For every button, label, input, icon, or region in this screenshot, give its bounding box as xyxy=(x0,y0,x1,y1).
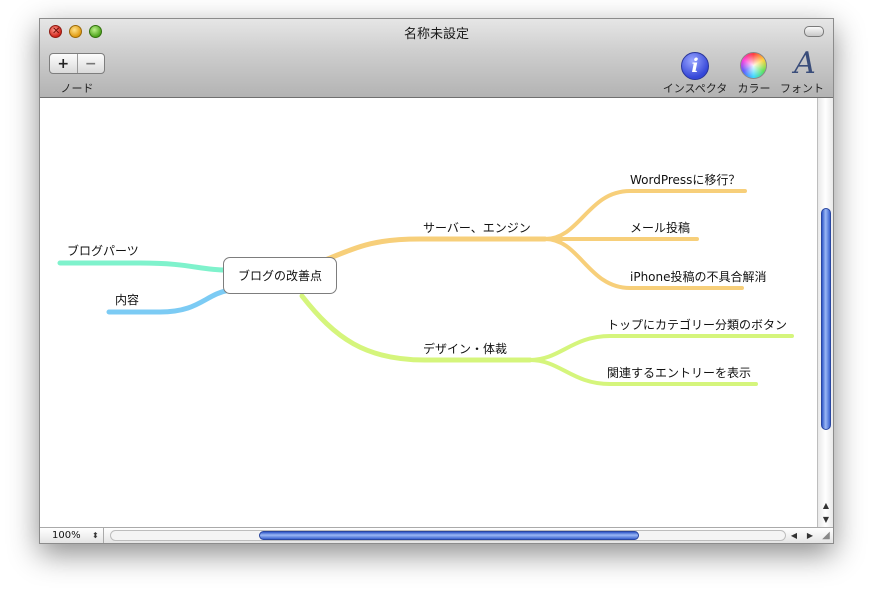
root-node-label: ブログの改善点 xyxy=(237,269,322,283)
node-server-engine[interactable]: サーバー、エンジン xyxy=(423,219,531,236)
mindmap-window: ✕ 名称未設定 + − ノード i インスペクタ カラー A フォント ブログの… xyxy=(39,18,834,544)
node-segmented-control: + − xyxy=(49,53,105,74)
node-blog-parts[interactable]: ブログパーツ xyxy=(67,242,139,259)
scroll-right-icon[interactable]: ▶ xyxy=(802,529,818,542)
scroll-down-icon[interactable]: ▼ xyxy=(818,513,833,526)
node-label: ノード xyxy=(60,82,94,95)
toolbar-toggle-button[interactable] xyxy=(804,26,824,37)
node-category-button[interactable]: トップにカテゴリー分類のボタン xyxy=(607,316,787,333)
vertical-scrollbar[interactable]: ▲ ▼ xyxy=(817,98,833,529)
horizontal-scroll-thumb[interactable] xyxy=(259,531,639,540)
node-wordpress[interactable]: WordPressに移行？ xyxy=(630,171,740,188)
inspector-label: インスペクタ xyxy=(662,82,728,95)
color-label: カラー xyxy=(737,82,771,95)
node-related-entries[interactable]: 関連するエントリーを表示 xyxy=(607,364,751,381)
scroll-left-icon[interactable]: ◀ xyxy=(786,529,802,542)
color-wheel-icon[interactable] xyxy=(740,52,767,79)
mindmap-connections xyxy=(57,189,794,386)
window-title: 名称未設定 xyxy=(403,27,469,42)
node-iphone-post[interactable]: iPhone投稿の不具合解消 xyxy=(630,268,767,285)
node-design[interactable]: デザイン・体裁 xyxy=(423,340,507,357)
inspector-icon[interactable]: i xyxy=(681,52,709,80)
node-mail-post[interactable]: メール投稿 xyxy=(630,219,690,236)
zoom-stepper-icon[interactable]: ⬍ xyxy=(92,528,99,543)
resize-grip-icon[interactable]: ◢ xyxy=(819,529,833,543)
vertical-scroll-thumb[interactable] xyxy=(821,208,831,430)
root-node[interactable]: ブログの改善点 xyxy=(223,257,337,294)
branch-line-blog-parts xyxy=(57,260,229,273)
status-bar: 100% ⬍ ◀ ▶ ◢ xyxy=(40,527,833,543)
branch-line-server xyxy=(322,236,548,263)
branch-line-category-button xyxy=(528,334,794,362)
horizontal-scrollbar[interactable] xyxy=(110,530,786,541)
inspector-glyph: i xyxy=(691,55,699,77)
scroll-up-icon[interactable]: ▲ xyxy=(818,499,833,512)
remove-node-button[interactable]: − xyxy=(76,54,105,73)
window-toolbar: ✕ 名称未設定 + − ノード i インスペクタ カラー A フォント xyxy=(40,19,833,98)
font-label: フォント xyxy=(780,82,824,95)
add-node-button[interactable]: + xyxy=(50,54,77,73)
font-icon[interactable]: A xyxy=(792,47,818,81)
zoom-value: 100% xyxy=(52,530,81,541)
node-content[interactable]: 内容 xyxy=(115,291,139,308)
mindmap-canvas[interactable]: ブログの改善点 ブログパーツ 内容 サーバー、エンジン WordPressに移行… xyxy=(40,98,819,529)
